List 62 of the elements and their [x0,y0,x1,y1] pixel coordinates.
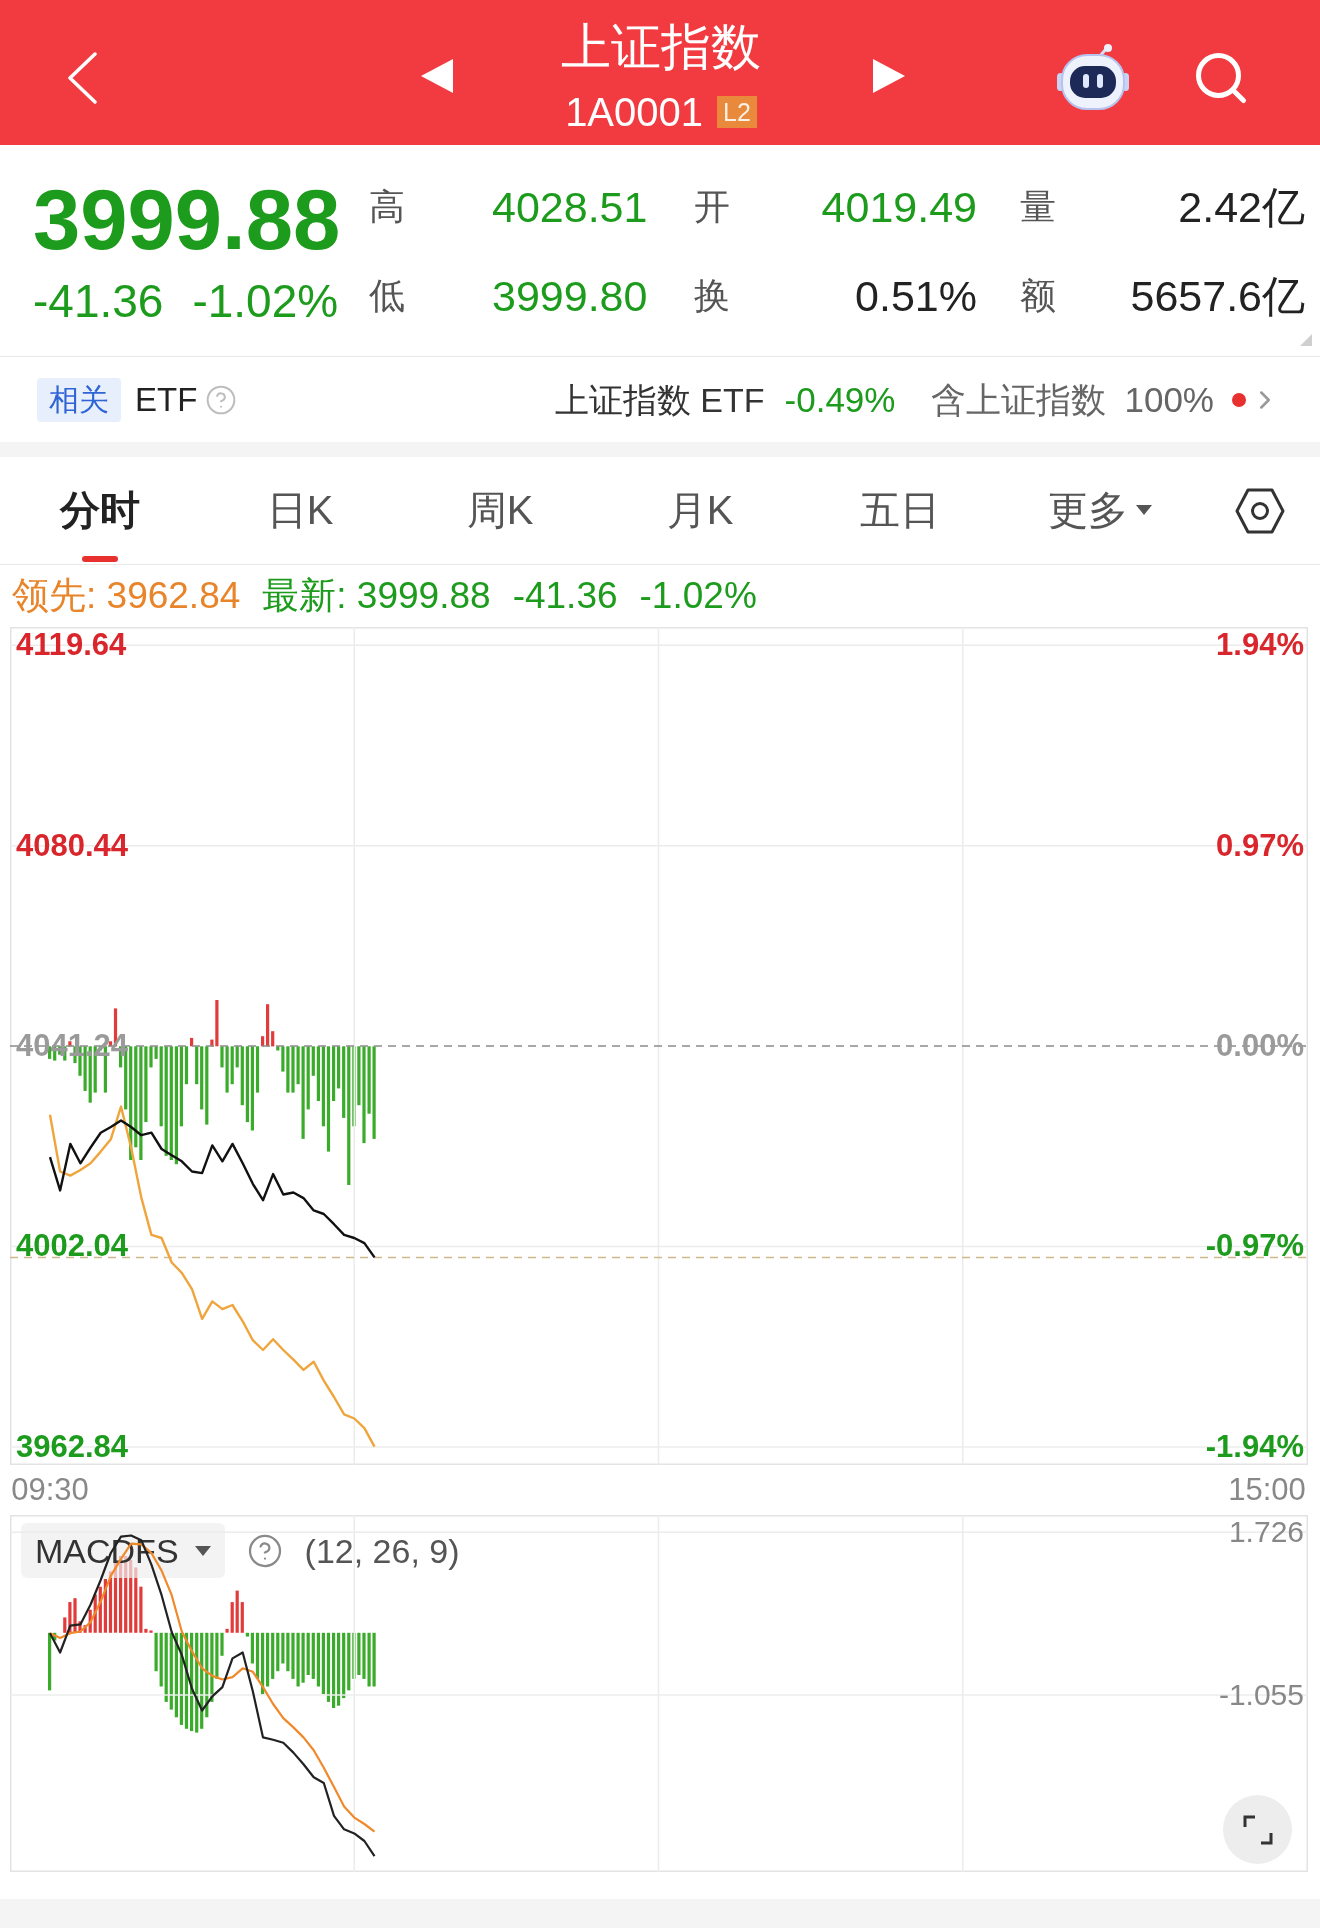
stat-value: 0.51% [855,271,977,320]
back-button[interactable] [66,52,98,104]
indicator-params: (12, 26, 9) [304,1530,460,1571]
legend-text: -41.36 [512,575,618,617]
chart-tab[interactable]: 五日 [860,488,940,562]
stat-label: 量 [1020,186,1056,227]
price-axis-label: 4002.04 [16,1228,129,1265]
chart-tab[interactable]: 月K [666,488,734,562]
stat-value: 4028.51 [492,182,648,231]
macd-axis-label: -1.055 [1218,1677,1304,1712]
related-tag: 相关 [37,377,121,422]
triangle-left-icon [421,59,453,93]
price-axis-label: 4119.64 [16,627,127,664]
percent-axis-label: -0.97% [1205,1228,1304,1265]
price-change: -41.36 [33,277,164,325]
caret-down-icon [1136,505,1152,515]
assistant-button[interactable] [1057,43,1129,111]
legend-text: -1.02% [639,575,757,617]
back-icon [66,52,98,104]
price-change-percent: -1.02% [192,277,339,325]
stat-value: 4019.49 [821,182,977,231]
caret-down-icon [194,1545,211,1556]
stat-label: 开 [694,186,730,227]
stat-value: 2.42亿 [1178,182,1305,231]
price-axis-label: 4080.44 [16,827,129,864]
chart-tab[interactable]: 分时 [60,488,140,562]
triangle-right-icon [873,59,905,93]
etf-name[interactable]: 上证指数 ETF [554,379,765,420]
stat-label: 换 [694,275,730,316]
stat-label: 额 [1020,275,1056,316]
expand-icon [1242,1814,1273,1845]
chart-tab[interactable]: 周K [466,488,534,562]
chart-settings-button[interactable] [1235,487,1285,534]
legend-text: 领先: 3962.84 [12,575,241,617]
more-menu-tab[interactable]: 更多 [1048,488,1152,562]
stat-value: 5657.6亿 [1130,271,1305,320]
index-title: 上证指数 [561,20,761,74]
last-price: 3999.88 [33,177,341,263]
stat-label: 低 [369,275,405,316]
macd-axis-label: 1.726 [1228,1515,1304,1550]
percent-axis-label: 0.00% [1216,1028,1304,1065]
corner-triangle-icon [1300,334,1312,346]
etf-label: ETF [135,379,198,420]
next-button[interactable] [873,59,905,93]
settings-icon [1235,487,1285,534]
time-axis-label: 09:30 [11,1473,89,1507]
chart-tab[interactable]: 日K [266,488,334,562]
previous-button[interactable] [421,59,453,93]
time-axis-label: 15:00 [1228,1473,1306,1507]
stat-label: 高 [369,186,405,227]
percent-axis-label: 1.94% [1216,627,1304,664]
stat-value: 3999.80 [492,271,648,320]
percent-axis-label: -1.94% [1205,1428,1304,1465]
price-axis-label: 3962.84 [16,1428,129,1465]
index-code: 1A0001 [565,90,704,134]
robot-icon [1057,43,1129,111]
etf-change: -0.49% [784,379,896,420]
holding-label: 含上证指数 [931,379,1107,420]
legend-text: 最新: 3999.88 [262,575,491,617]
level-badge: L2 [717,96,757,128]
percent-axis-label: 0.97% [1216,827,1304,864]
holding-percent: 100% [1124,379,1214,420]
